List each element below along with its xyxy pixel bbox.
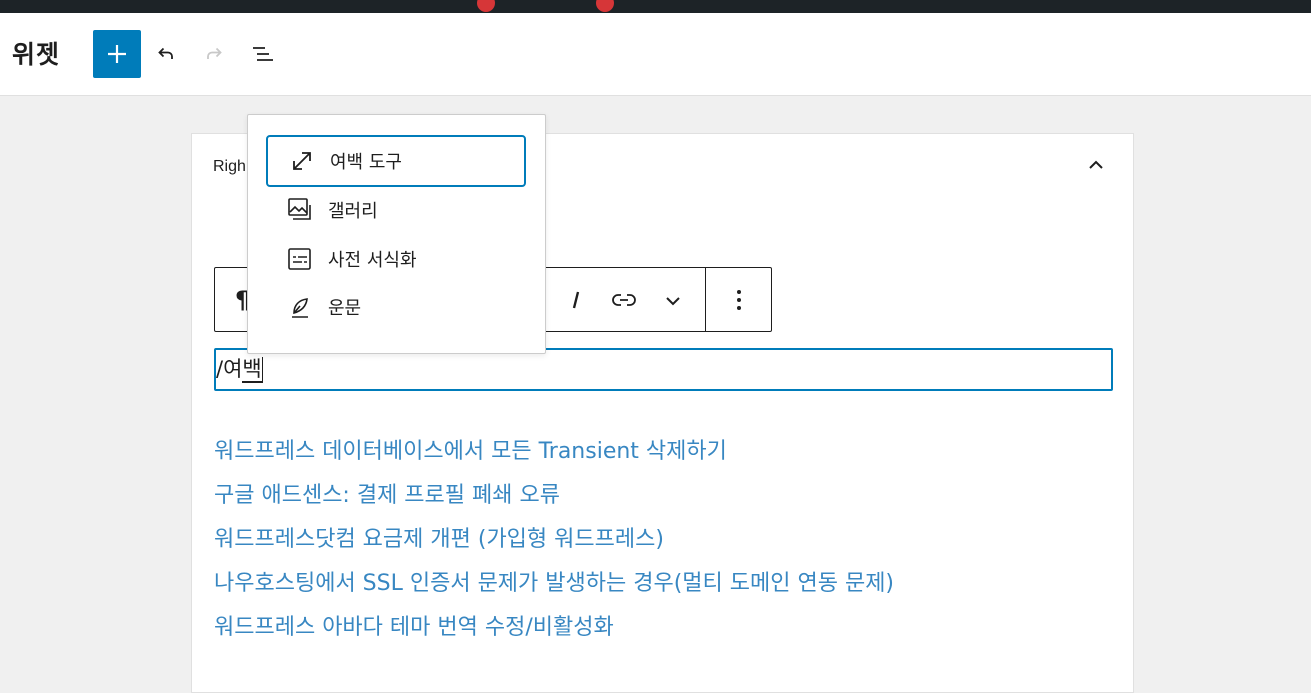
chevron-down-icon (666, 297, 680, 306)
notification-badge[interactable] (596, 0, 614, 12)
italic-icon (572, 291, 580, 309)
link-icon (612, 294, 636, 306)
italic-button[interactable] (558, 282, 594, 318)
post-link[interactable]: 나우호스팅에서 SSL 인증서 문제가 발생하는 경우(멀티 도메인 연동 문제… (214, 562, 894, 606)
redo-icon (207, 47, 222, 59)
post-link[interactable]: 구글 애드센스: 결제 프로필 폐쇄 오류 (214, 474, 894, 518)
autocomplete-option-label: 사전 서식화 (328, 250, 417, 271)
block-autocomplete-popover: 여백 도구 갤러리 사전 서식화 운문 (247, 114, 546, 354)
paragraph-block-input[interactable]: /여백 (214, 348, 1113, 391)
plus-icon (108, 45, 126, 63)
list-view-icon (253, 47, 273, 61)
recent-posts-list: 워드프레스 데이터베이스에서 모든 Transient 삭제하기 구글 애드센스… (214, 430, 894, 650)
autocomplete-option-spacer[interactable]: 여백 도구 (266, 135, 526, 187)
toolbar-divider (705, 268, 706, 331)
chevron-up-icon (1089, 160, 1103, 169)
link-button[interactable] (606, 282, 642, 318)
redo-button[interactable] (197, 37, 231, 71)
more-vertical-icon (737, 290, 741, 310)
widget-area-title[interactable]: Righ (213, 158, 246, 176)
slash-command-text: /여 (216, 357, 243, 381)
editor-header: 위젯 (0, 13, 1311, 96)
admin-bar (0, 0, 1311, 13)
list-view-button[interactable] (245, 37, 279, 71)
resize-arrow-icon (288, 147, 316, 175)
undo-button[interactable] (149, 37, 183, 71)
quill-icon (286, 293, 314, 321)
block-options-button[interactable] (721, 282, 757, 318)
autocomplete-option-gallery[interactable]: 갤러리 (266, 184, 526, 236)
post-link[interactable]: 워드프레스 아바다 테마 번역 수정/비활성화 (214, 606, 894, 650)
autocomplete-option-label: 여백 도구 (330, 152, 402, 173)
add-block-button[interactable] (93, 30, 141, 78)
autocomplete-option-preformatted[interactable]: 사전 서식화 (266, 233, 526, 285)
more-rich-text-button[interactable] (655, 282, 691, 318)
collapse-button[interactable] (1082, 151, 1110, 179)
notification-badge[interactable] (477, 0, 495, 12)
post-link[interactable]: 워드프레스 데이터베이스에서 모든 Transient 삭제하기 (214, 430, 894, 474)
text-caret (261, 357, 263, 383)
autocomplete-option-label: 갤러리 (328, 201, 378, 222)
preformatted-icon (286, 245, 314, 273)
autocomplete-option-label: 운문 (328, 298, 362, 319)
autocomplete-option-verse[interactable]: 운문 (266, 281, 526, 333)
page-title: 위젯 (12, 40, 61, 69)
ime-composition-text: 백 (242, 357, 262, 383)
post-link[interactable]: 워드프레스닷컴 요금제 개편 (가입형 워드프레스) (214, 518, 894, 562)
gallery-icon (286, 196, 314, 224)
undo-icon (158, 47, 173, 59)
